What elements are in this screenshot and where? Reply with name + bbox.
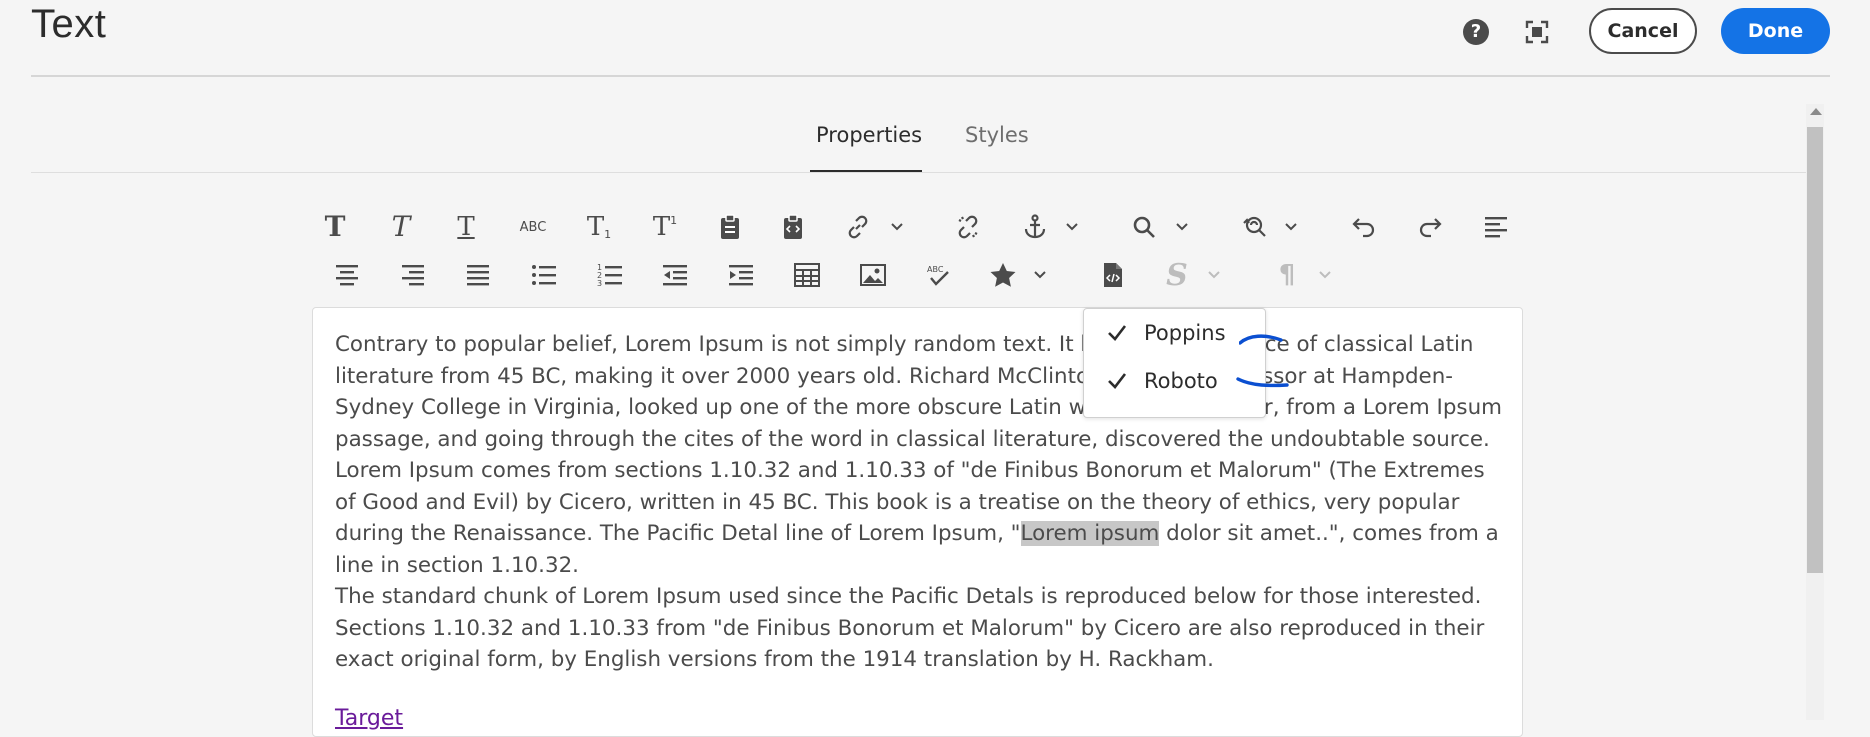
paragraph: Contrary to popular belief, Lorem Ipsum … — [335, 332, 1502, 578]
scrollbar-thumb[interactable] — [1807, 127, 1823, 573]
svg-text:3: 3 — [597, 279, 602, 287]
find-replace-icon[interactable] — [1237, 210, 1271, 244]
strikethrough-icon[interactable]: ABC — [516, 210, 550, 244]
help-icon[interactable]: ? — [1463, 19, 1489, 45]
source-edit-icon[interactable] — [1096, 258, 1130, 292]
table-icon[interactable] — [790, 258, 824, 292]
editor-content[interactable]: Contrary to popular belief, Lorem Ipsum … — [335, 329, 1505, 676]
tab-styles[interactable]: Styles — [965, 123, 1029, 147]
svg-text:ABC: ABC — [927, 265, 944, 274]
anchor-icon[interactable] — [1018, 210, 1052, 244]
underline-icon[interactable]: T — [449, 210, 483, 244]
paragraph-icon[interactable]: ¶ — [1270, 258, 1304, 292]
target-link[interactable]: Target — [335, 706, 403, 731]
anchor-dropdown-chevron-icon[interactable] — [1065, 220, 1079, 234]
header-divider — [31, 75, 1830, 77]
tab-properties[interactable]: Properties — [816, 123, 922, 147]
star-dropdown-chevron-icon[interactable] — [1033, 268, 1047, 282]
fullscreen-icon[interactable] — [1525, 20, 1549, 44]
outdent-icon[interactable] — [658, 258, 692, 292]
redo-icon[interactable] — [1413, 210, 1447, 244]
bold-icon[interactable]: T — [318, 210, 352, 244]
indent-icon[interactable] — [724, 258, 758, 292]
paste-icon[interactable] — [713, 210, 747, 244]
find-replace-dropdown-chevron-icon[interactable] — [1284, 220, 1298, 234]
numbered-list-icon[interactable]: 123 — [593, 258, 627, 292]
image-icon[interactable] — [856, 258, 890, 292]
annotation-mark — [1236, 377, 1289, 388]
done-button[interactable]: Done — [1721, 8, 1830, 54]
dialog-title: Text — [31, 2, 107, 46]
scroll-up-arrow-icon[interactable] — [1810, 108, 1822, 115]
checkmark-icon — [1108, 325, 1127, 341]
find-icon[interactable] — [1127, 210, 1161, 244]
justify-icon[interactable] — [461, 258, 495, 292]
paragraph: The standard chunk of Lorem Ipsum used s… — [335, 584, 1485, 672]
find-dropdown-chevron-icon[interactable] — [1175, 220, 1189, 234]
font-option-roboto[interactable]: Roboto — [1106, 369, 1218, 393]
paste-html-icon[interactable] — [776, 210, 810, 244]
paragraph-dropdown-chevron-icon[interactable] — [1318, 268, 1332, 282]
align-right-icon[interactable] — [396, 258, 430, 292]
star-icon[interactable] — [986, 258, 1020, 292]
tabs-divider — [31, 172, 1806, 173]
annotation-mark — [1239, 334, 1283, 345]
selected-text: Lorem ipsum — [1020, 521, 1160, 546]
styles-icon[interactable]: S — [1160, 258, 1194, 293]
font-option-poppins[interactable]: Poppins — [1106, 321, 1226, 345]
link-icon[interactable] — [841, 210, 875, 244]
superscript-icon[interactable]: T1 — [648, 210, 682, 244]
font-dropdown-menu: Poppins Roboto — [1083, 308, 1289, 418]
styles-dropdown-chevron-icon[interactable] — [1207, 268, 1221, 282]
undo-icon[interactable] — [1347, 210, 1381, 244]
subscript-icon[interactable]: T1 — [582, 210, 616, 244]
align-center-icon[interactable] — [330, 258, 364, 292]
italic-icon[interactable]: T — [384, 210, 418, 244]
checkmark-icon — [1108, 373, 1127, 389]
cancel-button[interactable]: Cancel — [1589, 8, 1697, 54]
unlink-icon[interactable] — [951, 210, 985, 244]
link-dropdown-chevron-icon[interactable] — [890, 220, 904, 234]
spellcheck-icon[interactable]: ABC — [921, 258, 955, 292]
bullet-list-icon[interactable] — [527, 258, 561, 292]
align-left-icon[interactable] — [1479, 210, 1513, 244]
